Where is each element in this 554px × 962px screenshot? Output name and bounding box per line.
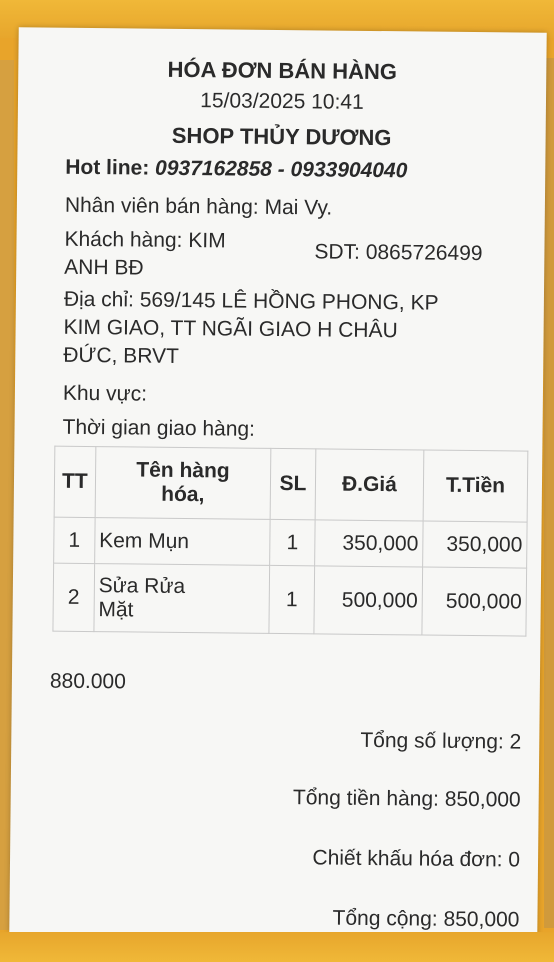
row-qty: 1 bbox=[269, 565, 315, 634]
hotline-numbers: 0937162858 - 0933904040 bbox=[155, 156, 408, 183]
area-label: Khu vực: bbox=[62, 381, 148, 406]
delivery-time-label: Thời gian giao hàng: bbox=[62, 415, 256, 441]
row-item-name: Sửa Rửa Mặt bbox=[93, 563, 270, 634]
header-price: Đ.Giá bbox=[315, 448, 424, 522]
address-line-2: KIM GIAO, TT NGÃI GIAO H CHÂU bbox=[63, 315, 398, 343]
header-tt: TT bbox=[54, 446, 96, 518]
row-item-name: Kem Mụn bbox=[94, 517, 271, 566]
note-amount: 880.000 bbox=[49, 669, 126, 694]
goods-total: Tổng tiền hàng: 850,000 bbox=[292, 786, 521, 812]
row-qty: 1 bbox=[269, 519, 316, 566]
hotline-label: Hot line: bbox=[65, 155, 150, 180]
customer-line-2: ANH BĐ bbox=[64, 255, 144, 280]
row-total: 350,000 bbox=[422, 521, 528, 569]
receipt-title: HÓA ĐƠN BÁN HÀNG bbox=[167, 56, 398, 85]
receipt-datetime: 15/03/2025 10:41 bbox=[200, 89, 364, 114]
shop-name: SHOP THỦY DƯƠNG bbox=[171, 122, 392, 151]
items-table: TT Tên hàng hóa, SL Đ.Giá T.Tiền 1 Kem M… bbox=[52, 446, 528, 637]
grand-total: Tổng cộng: 850,000 bbox=[332, 906, 520, 932]
right-edge-surface bbox=[544, 58, 554, 928]
row-tt: 1 bbox=[53, 517, 95, 564]
row-price: 500,000 bbox=[313, 565, 423, 636]
header-total: T.Tiền bbox=[423, 450, 528, 523]
receipt-paper: HÓA ĐƠN BÁN HÀNG 15/03/2025 10:41 SHOP T… bbox=[9, 27, 547, 938]
row-item-name-line-1: Kem Mụn bbox=[99, 528, 190, 553]
row-item-name-line-2: Mặt bbox=[98, 597, 134, 621]
table-row: 1 Kem Mụn 1 350,000 350,000 bbox=[53, 517, 528, 569]
orange-surface-bottom bbox=[0, 932, 554, 962]
address-line-1: Địa chỉ: 569/145 LÊ HỒNG PHONG, KP bbox=[63, 287, 439, 315]
customer-line-1: Khách hàng: KIM bbox=[64, 227, 226, 253]
header-qty: SL bbox=[270, 448, 316, 520]
header-item-name: Tên hàng hóa, bbox=[94, 446, 271, 520]
total-quantity: Tổng số lượng: 2 bbox=[360, 728, 522, 754]
row-item-name-line-1: Sửa Rửa bbox=[98, 573, 186, 598]
row-tt: 2 bbox=[52, 563, 95, 632]
invoice-discount: Chiết khấu hóa đơn: 0 bbox=[312, 846, 521, 872]
row-price: 350,000 bbox=[314, 519, 424, 568]
row-total: 500,000 bbox=[421, 567, 527, 637]
header-item-name-line-1: Tên hàng bbox=[136, 458, 230, 483]
header-item-name-line-2: hóa, bbox=[161, 482, 205, 507]
customer-phone: SDT: 0865726499 bbox=[314, 240, 483, 266]
table-header-row: TT Tên hàng hóa, SL Đ.Giá T.Tiền bbox=[54, 446, 528, 523]
hotline: Hot line: 0937162858 - 0933904040 bbox=[65, 156, 407, 184]
staff-line: Nhân viên bán hàng: Mai Vy. bbox=[64, 193, 333, 220]
table-row: 2 Sửa Rửa Mặt 1 500,000 500,000 bbox=[52, 563, 527, 637]
address-line-3: ĐỨC, BRVT bbox=[63, 343, 179, 368]
